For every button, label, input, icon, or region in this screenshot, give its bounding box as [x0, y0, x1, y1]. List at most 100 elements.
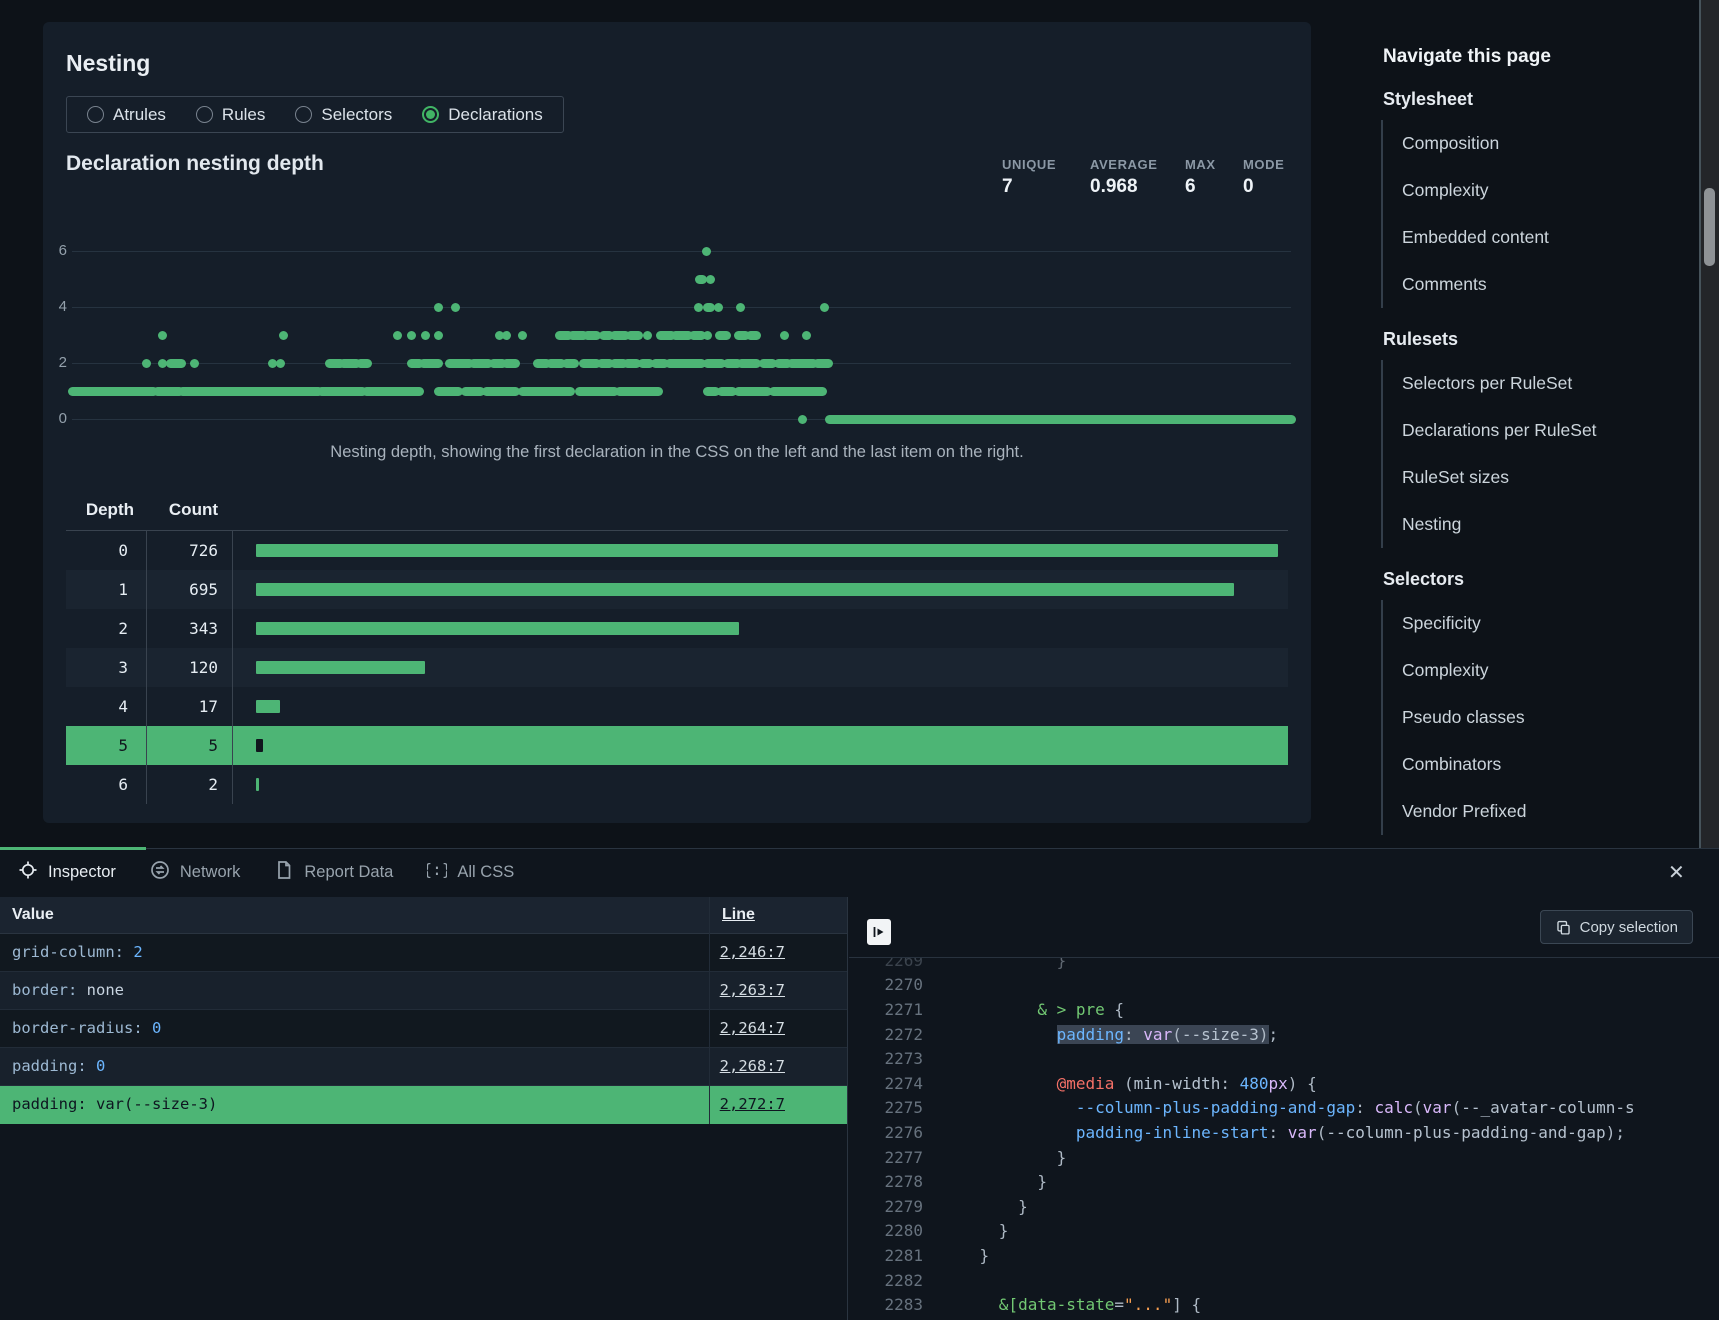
column-divider [709, 897, 710, 1124]
tab-inspector[interactable]: Inspector [18, 860, 116, 885]
depth-cell: 3 [66, 658, 146, 677]
value-row[interactable]: border-radius: 0 2,264:7 [0, 1010, 847, 1048]
bar-cell [232, 700, 1288, 713]
sidebar-section-stylesheet: Stylesheet [1381, 85, 1683, 114]
table-row-depth-5[interactable]: 55 [66, 726, 1288, 765]
value-row[interactable]: border: none2,263:7 [0, 972, 847, 1010]
sidebar-item-complexity[interactable]: Complexity [1402, 647, 1683, 694]
radio-option-rules[interactable]: Rules [196, 105, 265, 125]
scatter-point [482, 387, 520, 396]
table-row-depth-4[interactable]: 417 [66, 687, 1288, 726]
tab-report-data[interactable]: Report Data [274, 860, 393, 885]
scatter-point [434, 303, 443, 312]
scatter-point [802, 331, 811, 340]
close-icon[interactable]: ✕ [1668, 860, 1685, 885]
copy-selection-button[interactable]: Copy selection [1540, 910, 1693, 944]
radio-icon [295, 106, 312, 123]
radio-option-atrules[interactable]: Atrules [87, 105, 166, 125]
stat-value: 0 [1243, 176, 1284, 198]
braces-icon: {:} [427, 860, 447, 885]
code-token: --column-plus-padding-and-gap [1076, 1098, 1355, 1117]
scatter-point [502, 331, 511, 340]
radio-label: Declarations [448, 105, 543, 125]
code-text: & > pre { [941, 1000, 1124, 1019]
stat-label: MAX [1185, 157, 1216, 172]
line-number: 2280 [849, 1221, 923, 1240]
network-icon [150, 860, 170, 885]
scatter-point [276, 359, 285, 368]
code-token: ] { [1172, 1295, 1201, 1314]
code-token: : [1220, 1074, 1239, 1093]
sidebar-item-specificity[interactable]: Specificity [1402, 600, 1683, 647]
scatter-point [694, 303, 703, 312]
line-column-header[interactable]: Line [722, 906, 755, 924]
declaration-value: 2 [133, 943, 142, 961]
sidebar-item-combinators[interactable]: Combinators [1402, 741, 1683, 788]
code-token: ; [1269, 1025, 1279, 1044]
bar-cell [232, 583, 1288, 596]
sidebar-item-vendor-prefixed[interactable]: Vendor Prefixed [1402, 788, 1683, 835]
value-row[interactable]: padding: 02,268:7 [0, 1048, 847, 1086]
values-table-header: Value Line [0, 897, 847, 934]
radio-label: Atrules [113, 105, 166, 125]
table-row-depth-6[interactable]: 62 [66, 765, 1288, 804]
tab-network[interactable]: Network [150, 860, 241, 885]
line-number: 2275 [849, 1098, 923, 1117]
count-header: Count [146, 490, 232, 530]
sidebar-item-selectors-per-ruleset[interactable]: Selectors per RuleSet [1402, 360, 1683, 407]
gridline-y4 [72, 307, 1291, 308]
code-token: ( [1114, 1074, 1133, 1093]
table-row-depth-1[interactable]: 1695 [66, 570, 1288, 609]
table-row-depth-3[interactable]: 3120 [66, 648, 1288, 687]
declaration-text: border-radius: 0 [12, 1019, 161, 1037]
scatter-point [407, 331, 416, 340]
declaration-value: var(--size-3) [96, 1095, 217, 1113]
scrollbar-thumb[interactable] [1704, 188, 1715, 266]
code-line: 2271 & > pre { [849, 997, 1719, 1022]
code-text: &[data-state="..."] { [941, 1295, 1201, 1314]
line-link[interactable]: 2,272:7 [720, 1095, 785, 1113]
code-text: } [941, 958, 1066, 970]
scatter-point [734, 387, 772, 396]
line-number: 2278 [849, 1172, 923, 1191]
sidebar-item-comments[interactable]: Comments [1402, 261, 1683, 308]
code-editor[interactable]: 2269 }22702271 & > pre {2272 padding: va… [849, 958, 1719, 1320]
crosshair-icon [18, 860, 38, 885]
radio-option-selectors[interactable]: Selectors [295, 105, 392, 125]
table-row-depth-0[interactable]: 0726 [66, 531, 1288, 570]
count-cell: 726 [146, 541, 232, 560]
sidebar-item-composition[interactable]: Composition [1402, 120, 1683, 167]
count-cell: 120 [146, 658, 232, 677]
sidebar-item-pseudo-classes[interactable]: Pseudo classes [1402, 694, 1683, 741]
sidebar-group: SpecificityComplexityPseudo classesCombi… [1381, 600, 1683, 835]
value-row[interactable]: grid-column: 2 2,246:7 [0, 934, 847, 972]
declaration-text: grid-column: 2 [12, 943, 143, 961]
code-token: ( [1172, 1025, 1182, 1044]
stat-max: MAX6 [1185, 157, 1216, 198]
line-link[interactable]: 2,264:7 [720, 1019, 785, 1037]
code-token: --_avatar-column-s [1461, 1098, 1634, 1117]
line-link[interactable]: 2,246:7 [720, 943, 785, 961]
sidebar-item-nesting[interactable]: Nesting [1402, 501, 1683, 548]
scatter-point [393, 331, 402, 340]
radio-option-declarations[interactable]: Declarations [422, 105, 543, 125]
scatter-point [714, 303, 723, 312]
count-cell: 17 [146, 697, 232, 716]
bar-cell [232, 778, 1288, 791]
scatter-point [419, 359, 443, 368]
scatter-point [166, 359, 186, 368]
sidebar-toggle-icon[interactable] [867, 919, 891, 945]
code-line: 2276 padding-inline-start: var(--column-… [849, 1120, 1719, 1145]
sidebar-item-ruleset-sizes[interactable]: RuleSet sizes [1402, 454, 1683, 501]
line-link[interactable]: 2,268:7 [720, 1057, 785, 1075]
sidebar-item-complexity[interactable]: Complexity [1402, 167, 1683, 214]
sidebar-item-declarations-per-ruleset[interactable]: Declarations per RuleSet [1402, 407, 1683, 454]
sidebar-item-embedded-content[interactable]: Embedded content [1402, 214, 1683, 261]
table-row-depth-2[interactable]: 2343 [66, 609, 1288, 648]
line-link[interactable]: 2,263:7 [720, 981, 785, 999]
scatter-point [813, 359, 833, 368]
value-row[interactable]: padding: var(--size-3)2,272:7 [0, 1086, 847, 1124]
tab-all-css[interactable]: {:}All CSS [427, 860, 514, 885]
line-number: 2279 [849, 1197, 923, 1216]
sidebar-section-rulesets: Rulesets [1381, 325, 1683, 354]
